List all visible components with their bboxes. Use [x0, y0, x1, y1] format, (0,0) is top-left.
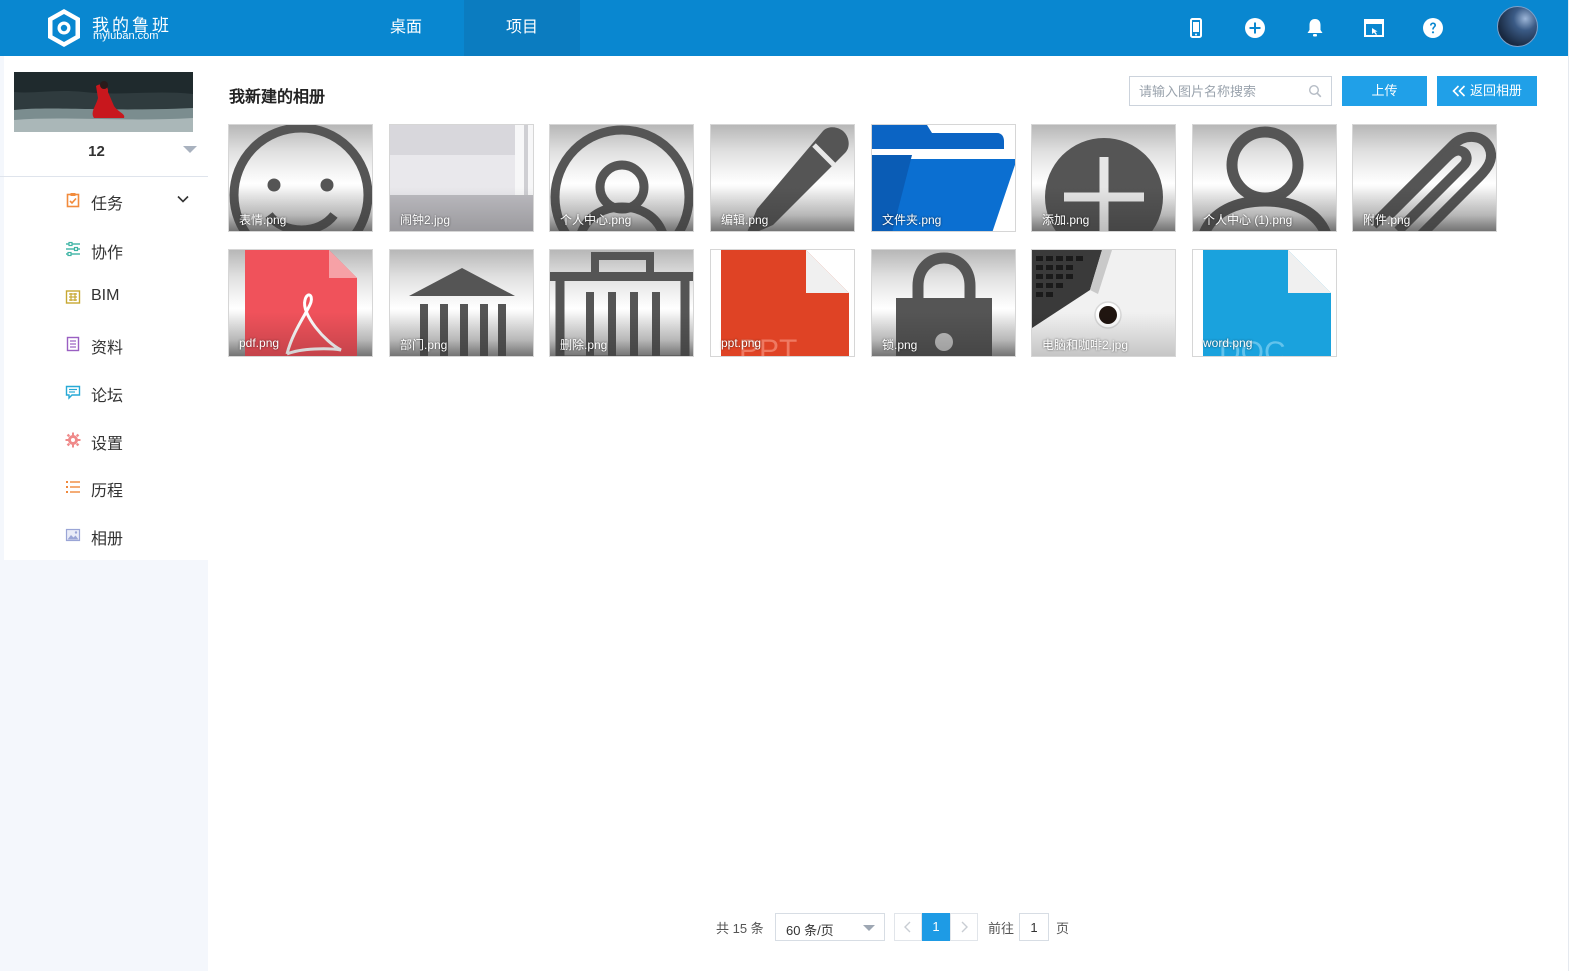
- sidebar-item-label: 协作: [91, 245, 124, 262]
- photo-caption: 文件夹.png: [882, 213, 942, 227]
- photo-caption: ppt.png: [721, 336, 762, 350]
- page-size-select[interactable]: 60 条/页: [775, 913, 885, 941]
- sidebar-item-label: BIM: [91, 287, 120, 304]
- sidebar-item-label: 论坛: [91, 388, 124, 405]
- sidebar-item-documents[interactable]: 资料: [4, 324, 208, 364]
- chevron-left-icon: [904, 921, 911, 933]
- sidebar-item-label: 相册: [91, 531, 124, 548]
- page-title: 我新建的相册: [229, 89, 326, 106]
- goto-label: 前往: [988, 921, 1015, 936]
- tab-desktop[interactable]: 桌面: [348, 0, 464, 56]
- page-size-value: 60 条/页: [786, 923, 834, 938]
- top-navbar: 我的鲁班 myluban.com 桌面 项目: [0, 0, 1568, 56]
- photo-caption: 部门.png: [400, 338, 448, 352]
- photo-item[interactable]: pdf.png: [228, 249, 373, 357]
- luban-logo-icon[interactable]: [44, 8, 84, 48]
- documents-icon: [66, 336, 80, 352]
- photo-item[interactable]: 附件.png: [1352, 124, 1497, 232]
- photo-caption: 添加.png: [1042, 213, 1090, 227]
- album-icon: [65, 528, 81, 542]
- project-cover-image[interactable]: [14, 72, 193, 132]
- photo-item[interactable]: 部门.png: [389, 249, 534, 357]
- photo-item[interactable]: 电脑和咖啡2.jpg: [1031, 249, 1176, 357]
- search-input[interactable]: [1139, 81, 1304, 101]
- bell-icon[interactable]: [1303, 16, 1327, 40]
- sidebar-item-settings[interactable]: 设置: [4, 420, 208, 460]
- tab-project[interactable]: 项目: [464, 0, 580, 56]
- photo-caption: 编辑.png: [721, 213, 769, 227]
- chevron-right-icon: [961, 921, 968, 933]
- sidebar-item-label: 任务: [91, 196, 124, 213]
- photo-item[interactable]: 锁.png: [871, 249, 1016, 357]
- project-name: 12: [88, 143, 105, 160]
- sidebar-item-history[interactable]: 历程: [4, 467, 208, 507]
- sidebar-item-collaborate[interactable]: 协作: [4, 229, 208, 269]
- task-icon: [66, 193, 80, 208]
- goto-page-input[interactable]: [1019, 913, 1049, 941]
- project-switch-dropdown[interactable]: [183, 146, 197, 153]
- prev-page-button[interactable]: [894, 913, 922, 941]
- upload-button[interactable]: 上传: [1342, 76, 1427, 106]
- photo-item[interactable]: 添加.png: [1031, 124, 1176, 232]
- photo-item[interactable]: 表情.png: [228, 124, 373, 232]
- help-icon[interactable]: [1421, 16, 1445, 40]
- photo-item[interactable]: 个人中心 (1).png: [1192, 124, 1337, 232]
- sidebar-item-label: 设置: [91, 436, 124, 453]
- brand-domain: myluban.com: [93, 30, 159, 42]
- photo-caption: 个人中心.png: [560, 213, 632, 227]
- page-scrollbar-track: [1568, 0, 1581, 971]
- back-button-label: 返回相册: [1469, 83, 1522, 98]
- photo-caption: 闹钟2.jpg: [400, 213, 451, 227]
- page-unit-label: 页: [1056, 921, 1070, 936]
- window-icon[interactable]: [1362, 16, 1386, 40]
- caret-down-icon: [863, 925, 875, 931]
- sidebar-item-label: 资料: [91, 340, 124, 357]
- double-chevron-left-icon: [1452, 85, 1466, 97]
- photo-caption: word.png: [1203, 336, 1253, 350]
- sidebar-item-bim[interactable]: BIM: [4, 277, 208, 317]
- search-icon[interactable]: [1308, 84, 1322, 98]
- photo-caption: 附件.png: [1363, 213, 1411, 227]
- page-number-current[interactable]: 1: [922, 913, 950, 941]
- photo-item[interactable]: PPT ppt.png: [710, 249, 855, 357]
- sidebar-item-label: 历程: [91, 483, 124, 500]
- next-page-button[interactable]: [950, 913, 978, 941]
- photo-item[interactable]: 闹钟2.jpg: [389, 124, 534, 232]
- sidebar-item-album[interactable]: 相册: [4, 515, 208, 555]
- bim-icon: [65, 290, 81, 304]
- photo-item[interactable]: 删除.png: [549, 249, 694, 357]
- photo-caption: 电脑和咖啡2.jpg: [1042, 338, 1129, 352]
- photo-caption: 锁.png: [882, 338, 918, 352]
- photo-caption: 删除.png: [560, 338, 608, 352]
- chevron-down-icon[interactable]: [176, 192, 190, 206]
- forum-icon: [65, 385, 81, 400]
- history-icon: [66, 481, 80, 493]
- pagination-total: 共 15 条: [716, 921, 764, 936]
- plus-circle-icon[interactable]: [1243, 16, 1267, 40]
- photo-item[interactable]: 个人中心.png: [549, 124, 694, 232]
- collaborate-icon: [66, 241, 80, 257]
- photo-caption: 个人中心 (1).png: [1203, 213, 1293, 227]
- photo-caption: 表情.png: [239, 213, 287, 227]
- sidebar-item-tasks[interactable]: 任务: [4, 180, 208, 220]
- photo-item[interactable]: 编辑.png: [710, 124, 855, 232]
- photo-item[interactable]: 文件夹.png: [871, 124, 1016, 232]
- photo-caption: pdf.png: [239, 336, 280, 350]
- search-box: [1129, 76, 1332, 106]
- photo-item[interactable]: DOC word.png: [1192, 249, 1337, 357]
- sidebar-divider: [0, 176, 208, 177]
- settings-icon: [65, 432, 81, 448]
- mobile-icon[interactable]: [1184, 16, 1208, 40]
- user-avatar[interactable]: [1497, 6, 1538, 47]
- sidebar-item-forum[interactable]: 论坛: [4, 372, 208, 412]
- back-to-albums-button[interactable]: 返回相册: [1437, 76, 1537, 106]
